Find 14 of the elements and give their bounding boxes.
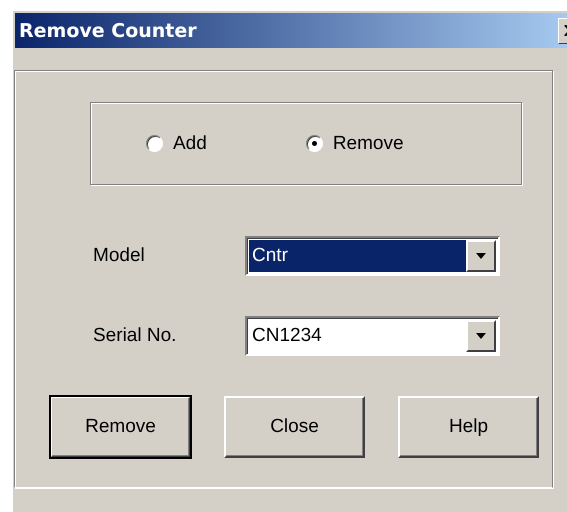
dialog-button[interactable]: Remove bbox=[50, 396, 191, 458]
dropdown-arrow-icon bbox=[476, 253, 486, 259]
dropdown-arrow-icon bbox=[476, 333, 486, 339]
radio-button[interactable] bbox=[146, 135, 163, 152]
window-title: Remove Counter bbox=[18, 20, 197, 42]
radio-button[interactable] bbox=[306, 135, 323, 152]
radio-label[interactable]: Add bbox=[173, 132, 207, 154]
field-label: Model bbox=[93, 245, 146, 267]
field-label: Serial No. bbox=[93, 325, 178, 347]
radio-label[interactable]: Remove bbox=[332, 132, 404, 154]
dropdown-field[interactable]: CN1234 bbox=[245, 316, 500, 356]
dialog-button[interactable]: Help bbox=[398, 396, 539, 458]
dropdown-field[interactable]: Cntr bbox=[245, 236, 500, 276]
dialog-button[interactable]: Close bbox=[224, 396, 365, 458]
